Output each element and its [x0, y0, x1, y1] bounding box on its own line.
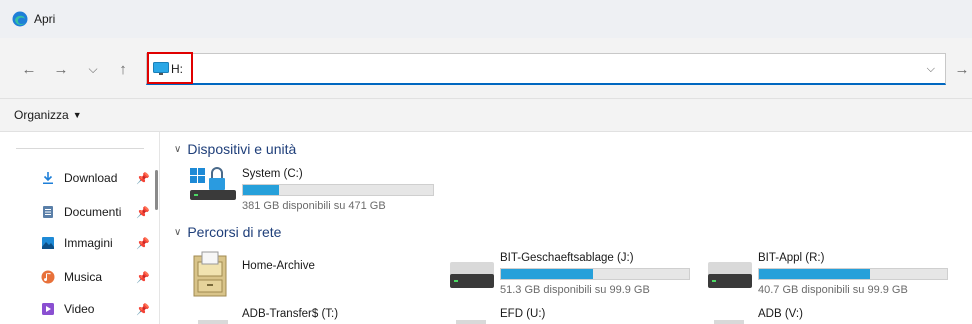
sidebar-item-label: Documenti: [64, 205, 122, 219]
back-arrow-icon: ←: [21, 60, 37, 78]
group-header-label: Dispositivi e unità: [187, 141, 297, 157]
drive-free-space: 381 GB disponibili su 471 GB: [242, 200, 386, 212]
file-cabinet-icon: [193, 251, 227, 297]
sidebar-item-label: Immagini: [64, 236, 113, 250]
navigation-pane: Download 📌 Documenti 📌 Immagini 📌 Musica…: [0, 132, 160, 324]
group-header-devices[interactable]: ∨ Dispositivi e unità: [174, 141, 296, 157]
navigation-bar: ← → ⌵ ↑ ⌵ →: [0, 38, 972, 98]
back-button[interactable]: ←: [18, 58, 40, 80]
address-input[interactable]: [171, 60, 771, 78]
computer-icon: [153, 62, 169, 75]
network-drive-j[interactable]: BIT-Geschaeftsablage (J:) 51.3 GB dispon…: [450, 252, 700, 298]
command-bar: Organizza ▼: [0, 98, 972, 132]
documents-icon: [40, 204, 56, 220]
drive-free-space: 51.3 GB disponibili su 99.9 GB: [500, 284, 650, 296]
address-bar[interactable]: ⌵: [146, 52, 946, 85]
sidebar-item-download[interactable]: Download 📌: [40, 166, 158, 190]
caret-down-icon: ▼: [72, 110, 82, 120]
sidebar-item-immagini[interactable]: Immagini 📌: [40, 231, 158, 255]
window-title: Apri: [34, 12, 56, 26]
drive-name: ADB (V:): [758, 308, 803, 320]
sidebar-item-musica[interactable]: Musica 📌: [40, 265, 158, 289]
content-pane: ∨ Dispositivi e unità System (C:) 381 GB…: [160, 132, 972, 324]
group-header-network[interactable]: ∨ Percorsi di rete: [174, 224, 281, 240]
up-button[interactable]: ↑: [112, 58, 134, 80]
download-icon: [40, 170, 56, 186]
drive-name: BIT-Appl (R:): [758, 252, 825, 264]
recent-locations-button[interactable]: ⌵: [82, 58, 104, 80]
drive-usage-fill: [501, 269, 594, 279]
forward-button[interactable]: →: [50, 58, 72, 80]
drive-usage-bar: [242, 184, 434, 196]
group-header-label: Percorsi di rete: [187, 224, 282, 240]
network-drive-icon: [708, 262, 752, 288]
address-dropdown-icon[interactable]: ⌵: [927, 63, 935, 76]
pin-icon[interactable]: 📌: [136, 237, 150, 250]
windows-drive-icon: [190, 167, 236, 200]
chevron-down-icon: ⌵: [88, 61, 98, 76]
network-drive-icon: [714, 320, 744, 324]
network-drive-icon: [450, 262, 494, 288]
drive-name: ADB-Transfer$ (T:): [242, 308, 339, 320]
network-location-home-archive[interactable]: Home-Archive: [190, 250, 390, 302]
sidebar-item-label: Download: [64, 171, 118, 185]
network-drive-icon: [456, 320, 486, 324]
music-icon: [40, 269, 56, 285]
sidebar-divider: [16, 148, 144, 149]
drive-usage-fill: [243, 185, 280, 195]
organize-label: Organizza: [14, 108, 69, 122]
drive-usage-bar: [500, 268, 690, 280]
video-icon: [40, 301, 56, 317]
sidebar-item-documenti[interactable]: Documenti 📌: [40, 200, 158, 224]
drive-usage-bar: [758, 268, 948, 280]
pictures-icon: [40, 235, 56, 251]
sidebar-item-label: Musica: [64, 270, 103, 284]
go-arrow-icon: →: [954, 60, 970, 78]
network-drive-u[interactable]: EFD (U:): [450, 304, 650, 324]
network-drive-t[interactable]: ADB-Transfer$ (T:): [190, 304, 390, 324]
go-button[interactable]: →: [952, 58, 972, 80]
forward-arrow-icon: →: [53, 60, 69, 78]
chevron-down-icon: ∨: [174, 226, 182, 238]
drive-name: Home-Archive: [242, 260, 315, 272]
pin-icon[interactable]: 📌: [136, 271, 150, 284]
drive-name: BIT-Geschaeftsablage (J:): [500, 252, 634, 264]
sidebar-item-label: Video: [64, 302, 95, 316]
drive-name: System (C:): [242, 168, 303, 180]
title-bar: Apri: [0, 0, 972, 38]
pin-icon[interactable]: 📌: [136, 172, 150, 185]
drive-usage-fill: [759, 269, 870, 279]
sidebar-item-video[interactable]: Video 📌: [40, 297, 158, 321]
drive-free-space: 40.7 GB disponibili su 99.9 GB: [758, 284, 908, 296]
up-arrow-icon: ↑: [119, 60, 127, 78]
edge-browser-icon: [12, 11, 28, 27]
organize-menu-button[interactable]: Organizza ▼: [14, 108, 82, 122]
network-drive-icon: [198, 320, 228, 324]
pin-icon[interactable]: 📌: [136, 206, 150, 219]
network-drive-v[interactable]: ADB (V:): [708, 304, 908, 324]
pin-icon[interactable]: 📌: [136, 303, 150, 316]
drive-name: EFD (U:): [500, 308, 546, 320]
drive-system-c[interactable]: System (C:) 381 GB disponibili su 471 GB: [190, 166, 440, 212]
network-drive-r[interactable]: BIT-Appl (R:) 40.7 GB disponibili su 99.…: [708, 252, 958, 298]
chevron-down-icon: ∨: [174, 143, 182, 155]
